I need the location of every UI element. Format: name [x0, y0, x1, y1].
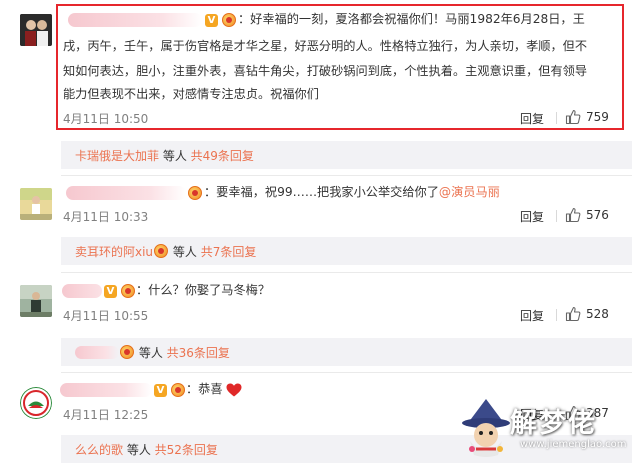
comment-time: 4月11日 10:55 [63, 309, 149, 323]
avatar[interactable] [20, 14, 52, 46]
avatar[interactable] [20, 188, 52, 220]
comment-text: ：什么？你娶了马冬梅？ [136, 283, 271, 297]
avatar-photo-icon [20, 14, 52, 46]
sub-reply-user-blurred[interactable] [75, 346, 119, 359]
comment-text-body: ：要幸福，祝99……把我家小公举交给你了 [204, 185, 439, 199]
comment-text: ：要幸福，祝99……把我家小公举交给你了@演员马丽 [204, 183, 500, 202]
comment-text-line-2: 戌，丙午，壬午，属于伤官格是才华之星，好恶分明的人。性格特立独行，为人亲切，孝顺… [63, 39, 588, 53]
thumb-up-icon[interactable] [565, 207, 581, 223]
avatar-photo-icon [20, 188, 52, 220]
like-count: 759 [586, 110, 609, 124]
sub-reply-count[interactable]: 共52条回复 [155, 443, 218, 457]
site-watermark: 解梦佬 www.jiemenglao.com [454, 395, 627, 463]
comment-time: 4月11日 12:25 [63, 408, 149, 422]
sub-reply-mid: 等人 [159, 149, 191, 163]
comment-text: ：恭喜 [186, 382, 223, 396]
username-blurred[interactable] [66, 186, 186, 200]
sub-replies-bar[interactable]: 等人 共36条回复 [61, 338, 632, 366]
sub-replies-bar[interactable]: 卡瑞俄是大加菲 等人 共49条回复 [61, 141, 632, 169]
username-blurred[interactable] [60, 383, 152, 397]
thumb-up-icon[interactable] [565, 306, 581, 322]
separator [556, 112, 557, 124]
fan-medal-icon [222, 13, 236, 27]
reply-button[interactable]: 回复 [520, 307, 544, 324]
watermark-title: 解梦佬 [510, 408, 597, 439]
mention-link[interactable]: @演员马丽 [439, 185, 500, 199]
fan-medal-icon [120, 345, 134, 359]
comment-text-line-1: ：好幸福的一刻，夏洛都会祝福你们！马丽1982年6月28日，王 [238, 12, 585, 26]
sub-replies-summary: 等人 共36条回复 [75, 344, 230, 361]
sub-replies-summary: 么么的歌 等人 共52条回复 [75, 441, 218, 458]
comment-text-line-3: 知如何表达，胆小，注重外表，喜钻牛角尖，打破砂锅问到底，个性执着。主观意识重，但… [63, 64, 588, 78]
wizard-logo-icon [462, 399, 510, 457]
comment-text-line-4: 能力但表现不出来，对感情专注忠贞。祝福你们 [63, 87, 319, 101]
verified-v-icon: V [104, 285, 117, 298]
sub-reply-mid: 等人 [135, 346, 167, 360]
reply-button[interactable]: 回复 [520, 110, 544, 127]
fan-medal-icon [188, 186, 202, 200]
sub-reply-user[interactable]: 卡瑞俄是大加菲 [75, 149, 159, 163]
verified-v-icon: V [154, 384, 167, 397]
username-blurred[interactable] [62, 284, 102, 298]
like-count: 576 [586, 208, 609, 222]
thumb-up-icon[interactable] [565, 109, 581, 125]
sub-reply-mid: 等人 [123, 443, 155, 457]
sub-reply-count[interactable]: 共36条回复 [167, 346, 230, 360]
like-count: 528 [586, 307, 609, 321]
fan-medal-icon [171, 383, 185, 397]
fan-medal-icon [121, 284, 135, 298]
comment-time: 4月11日 10:50 [63, 112, 149, 126]
sub-reply-mid: 等人 [169, 245, 201, 259]
username-blurred[interactable] [68, 13, 202, 27]
sub-reply-user[interactable]: 卖耳环的阿xiu [75, 245, 153, 259]
watermark-url: www.jiemenglao.com [520, 439, 627, 450]
sub-reply-count[interactable]: 共7条回复 [201, 245, 257, 259]
fan-medal-icon [154, 244, 169, 258]
comment-3: V ：什么？你娶了马冬梅？ 4月11日 10:55 回复 528 [0, 273, 632, 333]
sub-replies-summary: 卡瑞俄是大加菲 等人 共49条回复 [75, 147, 254, 164]
sub-reply-user[interactable]: 么么的歌 [75, 443, 123, 457]
avatar[interactable] [20, 387, 52, 419]
heart-emoji-icon [226, 383, 242, 397]
sub-replies-summary: 卖耳环的阿xiu 等人 共7条回复 [75, 243, 256, 260]
comment-1: V ：好幸福的一刻，夏洛都会祝福你们！马丽1982年6月28日，王 戌，丙午，壬… [0, 0, 632, 140]
separator [556, 210, 557, 222]
sub-reply-count[interactable]: 共49条回复 [191, 149, 254, 163]
verified-v-icon: V [205, 14, 218, 27]
avatar[interactable] [20, 285, 52, 317]
reply-button[interactable]: 回复 [520, 208, 544, 225]
sub-replies-bar[interactable]: 卖耳环的阿xiu 等人 共7条回复 [61, 237, 632, 265]
separator [556, 309, 557, 321]
avatar-logo-icon [20, 387, 52, 419]
avatar-photo-icon [20, 285, 52, 317]
comment-time: 4月11日 10:33 [63, 210, 149, 224]
